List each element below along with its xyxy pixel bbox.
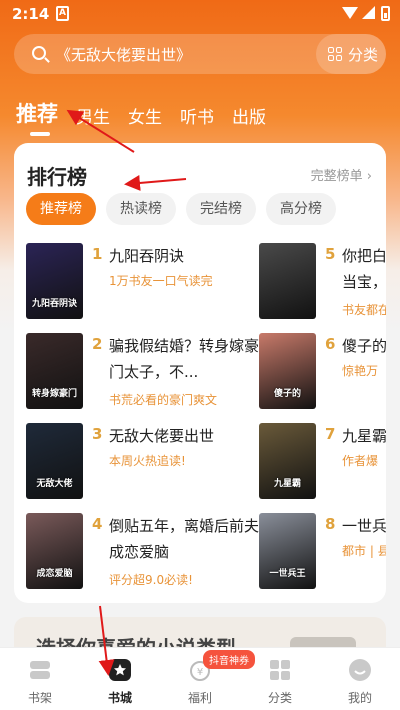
book-cover [259,243,316,319]
nav-label: 我的 [347,691,372,705]
book-title: 无敌大佬要出世 [109,427,215,445]
nav-label: 书架 [27,691,52,705]
book-item[interactable]: 九阳吞阴诀 1 九阳吞阴诀 1万书友一口气读完 [26,243,256,321]
book-cover: 成恋爱脑 [26,513,83,589]
svg-text:¥: ¥ [197,667,203,678]
book-title: 你把白月光当宝，我... [342,247,386,291]
book-item[interactable]: 转身嫁豪门 2 骗我假结婚？转身嫁豪门太子，不... 书荒必看的豪门爽文 [26,333,260,411]
sim-icon: A [56,6,69,21]
book-title: 九星霸... [342,427,386,445]
ranking-card: 排行榜 完整榜单 › 推荐榜 热读榜 完结榜 高分榜 九阳吞阴诀 1 九阳吞阴诀… [14,143,386,603]
book-cover: 九阳吞阴诀 [26,243,83,319]
chip-completed[interactable]: 完结榜 [186,193,256,225]
book-desc: 都市 | 县 [342,544,386,558]
book-title: 倒贴五年，离婚后前夫成恋爱脑 [109,517,260,561]
book-cover: 九星霸 [259,423,316,499]
nav-label: 福利 [187,691,212,705]
book-item[interactable]: 成恋爱脑 4 倒贴五年，离婚后前夫成恋爱脑 评分超9.0必读! [26,513,260,591]
signal-icon [362,6,375,19]
book-title: 傻子的... [342,337,386,355]
book-item[interactable]: 九星霸 7 九星霸... 作者爆 [259,423,386,501]
chip-high-score[interactable]: 高分榜 [266,193,336,225]
bookstore-icon [109,659,131,681]
bottom-nav: 书架 书城 ¥ 福利 分类 我的 [0,647,400,710]
nav-label: 分类 [267,691,292,705]
channel-tabs: 推荐 男生 女生 听书 出版 [16,88,284,136]
book-title: 九阳吞阴诀 [109,247,185,265]
nav-bookstore[interactable]: 书城 [80,648,160,710]
wifi-icon [342,7,358,19]
book-rank: 8 [325,515,336,533]
book-desc: 1万书友一口气读完 [109,274,213,288]
tab-recommend[interactable]: 推荐 [16,98,58,136]
nav-bookshelf[interactable]: 书架 [0,648,80,710]
book-desc: 本周火热追读! [109,454,186,468]
book-item[interactable]: 傻子的 6 傻子的... 惊艳万 [259,333,386,411]
status-time: 2:14 [12,5,50,23]
book-rank: 2 [92,335,103,353]
book-rank: 3 [92,425,103,443]
status-bar: 2:14 A [0,0,400,28]
grid-icon [328,47,342,61]
book-rank: 5 [325,245,336,263]
book-title: 一世兵... [342,517,386,535]
book-rank: 7 [325,425,336,443]
book-desc: 书友都在 [342,303,386,317]
book-cover: 一世兵王 [259,513,316,589]
coupon-badge: 抖音神券 [203,650,255,669]
tab-female[interactable]: 女生 [128,103,162,128]
book-item[interactable]: 一世兵王 8 一世兵... 都市 | 县 [259,513,386,591]
book-cover: 无敌大佬 [26,423,83,499]
tab-male[interactable]: 男生 [76,103,110,128]
chip-recommend[interactable]: 推荐榜 [26,193,96,225]
search-placeholder: 《无敌大佬要出世》 [56,46,192,64]
ranking-chips: 推荐榜 热读榜 完结榜 高分榜 [26,193,346,225]
book-item[interactable]: 无敌大佬 3 无敌大佬要出世 本周火热追读! [26,423,256,501]
book-desc: 书荒必看的豪门爽文 [109,393,218,407]
book-rank: 4 [92,515,103,533]
chip-hot[interactable]: 热读榜 [106,193,176,225]
tab-audiobook[interactable]: 听书 [180,103,214,128]
book-cover: 傻子的 [259,333,316,409]
profile-icon [349,659,371,681]
book-desc: 评分超9.0必读! [109,573,193,587]
book-cover: 转身嫁豪门 [26,333,83,409]
ranking-list: 九阳吞阴诀 1 九阳吞阴诀 1万书友一口气读完 转身嫁豪门 2 骗我假结婚？转身… [26,243,386,603]
tab-publication[interactable]: 出版 [232,103,266,128]
category-button[interactable]: 分类 [316,34,386,74]
full-ranking-link[interactable]: 完整榜单 › [311,165,372,184]
category-label: 分类 [348,46,379,64]
book-rank: 6 [325,335,336,353]
category-icon [270,660,290,680]
book-title: 骗我假结婚？转身嫁豪门太子，不... [109,337,260,381]
book-desc: 惊艳万 [342,364,379,378]
search-bar[interactable]: 《无敌大佬要出世》 分类 [14,34,386,74]
book-item[interactable]: 5 你把白月光当宝，我... 书友都在 [259,243,386,321]
book-desc: 作者爆 [342,454,379,468]
nav-profile[interactable]: 我的 [320,648,400,710]
search-icon [32,46,46,60]
ranking-title: 排行榜 [27,165,87,189]
nav-label: 书城 [107,691,132,705]
bookshelf-icon [30,661,50,679]
battery-icon [381,6,390,21]
book-rank: 1 [92,245,103,263]
